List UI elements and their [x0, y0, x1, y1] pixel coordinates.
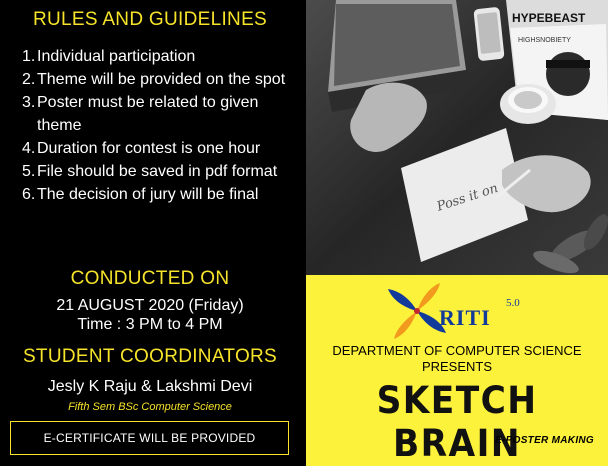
coordinator-subtitle: Fifth Sem BSc Computer Science — [68, 401, 232, 413]
magazine-subtitle: HIGHSNOBIETY — [518, 37, 571, 44]
coordinators-heading: STUDENT COORDINATORS — [22, 346, 278, 367]
certificate-text: E-CERTIFICATE WILL BE PROVIDED — [43, 431, 256, 445]
rule-text: File should be saved in pdf format — [37, 163, 278, 180]
workspace-photo: HYPEBEAST HIGHSNOBIETY Poss it on — [306, 0, 608, 275]
rule-text: Poster must be related to given theme — [37, 94, 259, 134]
phone-shape — [473, 7, 505, 61]
conducted-heading: CONDUCTED ON — [70, 268, 230, 289]
rule-number: 6. — [22, 186, 36, 203]
magazine-title: HYPEBEAST — [512, 11, 586, 25]
event-date: 21 AUGUST 2020 (Friday) — [56, 297, 244, 314]
list-item: 5. File should be saved in pdf format — [22, 160, 304, 183]
event-subtitle: E-POSTER MAKING — [495, 435, 594, 446]
rule-number: 5. — [22, 163, 36, 180]
list-item: 6. The decision of jury will be final — [22, 183, 304, 206]
list-item: 3. Poster must be related to given theme — [22, 91, 304, 137]
coffee-cup — [500, 84, 556, 124]
department-text: DEPARTMENT OF COMPUTER SCIENCE — [332, 343, 582, 358]
rule-text: Theme will be provided on the spot — [37, 71, 286, 88]
coordinator-names: Jesly K Raju & Lakshmi Devi — [47, 378, 253, 395]
rules-heading: RULES AND GUIDELINES — [32, 9, 268, 30]
rule-number: 3. — [22, 94, 36, 111]
riti-logo-text: RITI — [439, 305, 491, 330]
riti-logo-version: 5.0 — [506, 297, 520, 309]
brand-panel: RITI 5.0 DEPARTMENT OF COMPUTER SCIENCE … — [306, 275, 608, 466]
rule-number: 4. — [22, 140, 36, 157]
list-item: 1. Individual participation — [22, 45, 304, 68]
rules-list: 1. Individual participation 2. Theme will … — [22, 45, 304, 206]
rule-number: 2. — [22, 71, 36, 88]
rule-text: Duration for contest is one hour — [37, 140, 261, 157]
list-item: 2. Theme will be provided on the spot — [22, 68, 304, 91]
rule-number: 1. — [22, 48, 36, 65]
rule-text: The decision of jury will be final — [37, 186, 259, 203]
rules-panel: RULES AND GUIDELINES 1. Individual partic… — [0, 0, 306, 466]
event-time: Time : 3 PM to 4 PM — [77, 316, 223, 333]
certificate-banner: E-CERTIFICATE WILL BE PROVIDED — [10, 421, 289, 455]
list-item: 4. Duration for contest is one hour — [22, 137, 304, 160]
presents-text: PRESENTS — [421, 359, 493, 374]
rule-text: Individual participation — [37, 48, 196, 65]
event-title: SKETCH BRAIN — [376, 379, 538, 465]
workspace-photo-illustration: HYPEBEAST HIGHSNOBIETY Poss it on — [306, 0, 608, 275]
